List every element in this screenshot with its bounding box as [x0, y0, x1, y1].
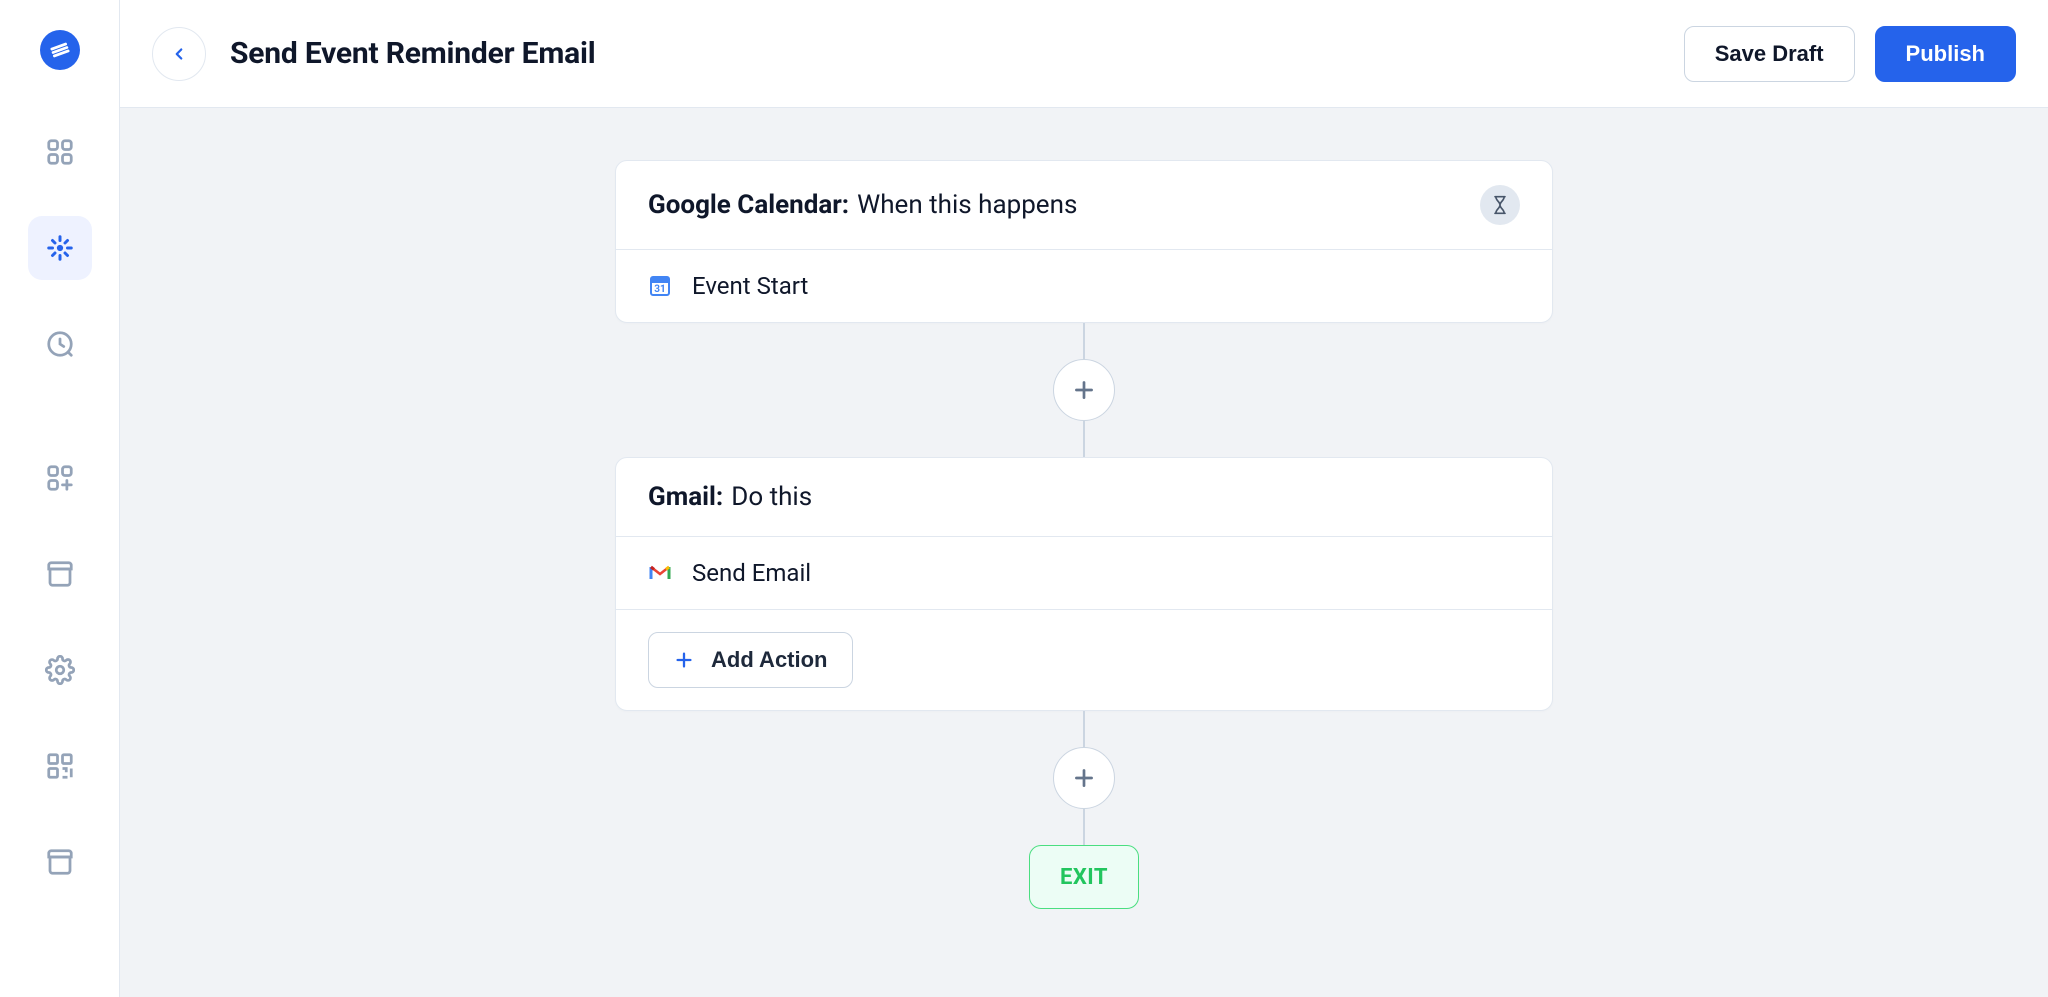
svg-text:31: 31: [654, 284, 665, 295]
sidebar-item-qr[interactable]: [28, 734, 92, 798]
sidebar-item-apps[interactable]: [28, 120, 92, 184]
action-card: Gmail: Do this Send Email Add Action: [615, 457, 1553, 711]
header: Send Event Reminder Email Save Draft Pub…: [120, 0, 2048, 108]
back-button[interactable]: [152, 27, 206, 81]
hourglass-icon: [1480, 185, 1520, 225]
gmail-icon: [648, 561, 672, 585]
add-step-button-1[interactable]: [1053, 359, 1115, 421]
sidebar-item-workflow[interactable]: [28, 216, 92, 280]
action-event-label: Send Email: [692, 559, 811, 587]
action-service-label: Gmail:: [648, 482, 723, 512]
main: Send Event Reminder Email Save Draft Pub…: [120, 0, 2048, 997]
action-card-header[interactable]: Gmail: Do this: [616, 458, 1552, 537]
add-action-button[interactable]: Add Action: [648, 632, 853, 688]
trigger-card-header[interactable]: Google Calendar: When this happens: [616, 161, 1552, 250]
connector-line: [1083, 711, 1085, 747]
header-actions: Save Draft Publish: [1684, 26, 2016, 82]
sidebar-item-add-app[interactable]: [28, 446, 92, 510]
connector-line: [1083, 421, 1085, 457]
add-step-button-2[interactable]: [1053, 747, 1115, 809]
save-draft-button[interactable]: Save Draft: [1684, 26, 1855, 82]
plus-icon: [673, 649, 695, 671]
trigger-event-label: Event Start: [692, 272, 808, 300]
trigger-card: Google Calendar: When this happens 31 Ev…: [615, 160, 1553, 323]
publish-button[interactable]: Publish: [1875, 26, 2016, 82]
exit-button[interactable]: EXIT: [1029, 845, 1139, 909]
google-calendar-icon: 31: [648, 274, 672, 298]
sidebar: [0, 0, 120, 997]
page-title: Send Event Reminder Email: [230, 36, 595, 71]
action-hint-label: Do this: [731, 482, 812, 512]
exit-label: EXIT: [1060, 865, 1108, 890]
connector-line: [1083, 323, 1085, 359]
sidebar-item-history[interactable]: [28, 312, 92, 376]
sidebar-nav: [28, 120, 92, 894]
add-action-label: Add Action: [711, 647, 828, 673]
sidebar-item-settings[interactable]: [28, 638, 92, 702]
trigger-hint-label: When this happens: [857, 190, 1077, 220]
flow: Google Calendar: When this happens 31 Ev…: [615, 160, 1553, 909]
workflow-canvas: Google Calendar: When this happens 31 Ev…: [120, 108, 2048, 997]
sidebar-item-archive-2[interactable]: [28, 830, 92, 894]
connector-line: [1083, 809, 1085, 845]
trigger-service-label: Google Calendar:: [648, 190, 849, 220]
action-event-row[interactable]: Send Email: [616, 537, 1552, 609]
trigger-event-row[interactable]: 31 Event Start: [616, 250, 1552, 322]
action-card-footer: Add Action: [616, 609, 1552, 710]
sidebar-item-archive[interactable]: [28, 542, 92, 606]
app-logo[interactable]: [40, 30, 80, 70]
